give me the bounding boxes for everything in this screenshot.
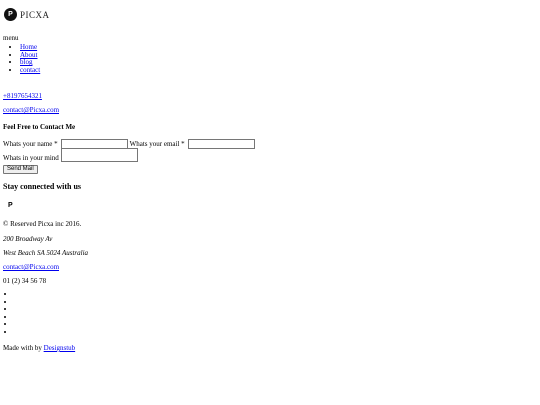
footer-email-link[interactable]: contact@Picxa.com <box>3 263 59 271</box>
stay-connected-heading: Stay connected with us <box>3 182 82 191</box>
phone-row: +8197654321 <box>3 92 42 100</box>
nav-item-contact: contact <box>20 66 40 75</box>
copyright-text: © Reserved Picxa inc 2016. <box>3 220 82 228</box>
email-input[interactable] <box>187 139 255 149</box>
designstub-link[interactable]: Designstub <box>44 344 76 352</box>
made-with-credit: Made with by Designstub <box>3 344 75 352</box>
footer-logo: P <box>8 202 13 209</box>
mind-label: Whats in your mind <box>3 154 59 162</box>
send-mail-button[interactable]: Send Mail <box>3 165 38 174</box>
email-row: contact@Picxa.com <box>3 106 59 114</box>
name-label: Whats your name * <box>3 140 58 148</box>
brand-logo[interactable]: P PICXA <box>4 8 50 21</box>
made-with-text: Made with by <box>3 344 42 352</box>
message-row: Whats in your mind <box>3 148 138 162</box>
message-textarea[interactable] <box>60 148 138 162</box>
menu-label[interactable]: menu <box>3 34 19 42</box>
address-line-1: 200 Broadway Av <box>3 235 53 243</box>
footer-phone: 01 (2) 34 56 78 <box>3 277 47 285</box>
logo-mark: P <box>4 8 17 21</box>
phone-link[interactable]: +8197654321 <box>3 92 42 100</box>
social-links <box>12 291 15 337</box>
email-link[interactable]: contact@Picxa.com <box>3 106 59 114</box>
main-nav: Home About blog contact <box>12 43 40 75</box>
contact-heading: Feel Free to Contact Me <box>3 123 76 131</box>
email-label: Whats your email * <box>129 140 185 148</box>
footer-email-row: contact@Picxa.com <box>3 263 59 271</box>
nav-link-contact[interactable]: contact <box>20 66 40 74</box>
brand-name: PICXA <box>20 9 50 20</box>
address-line-2: West Beach SA 5024 Australia <box>3 249 89 257</box>
